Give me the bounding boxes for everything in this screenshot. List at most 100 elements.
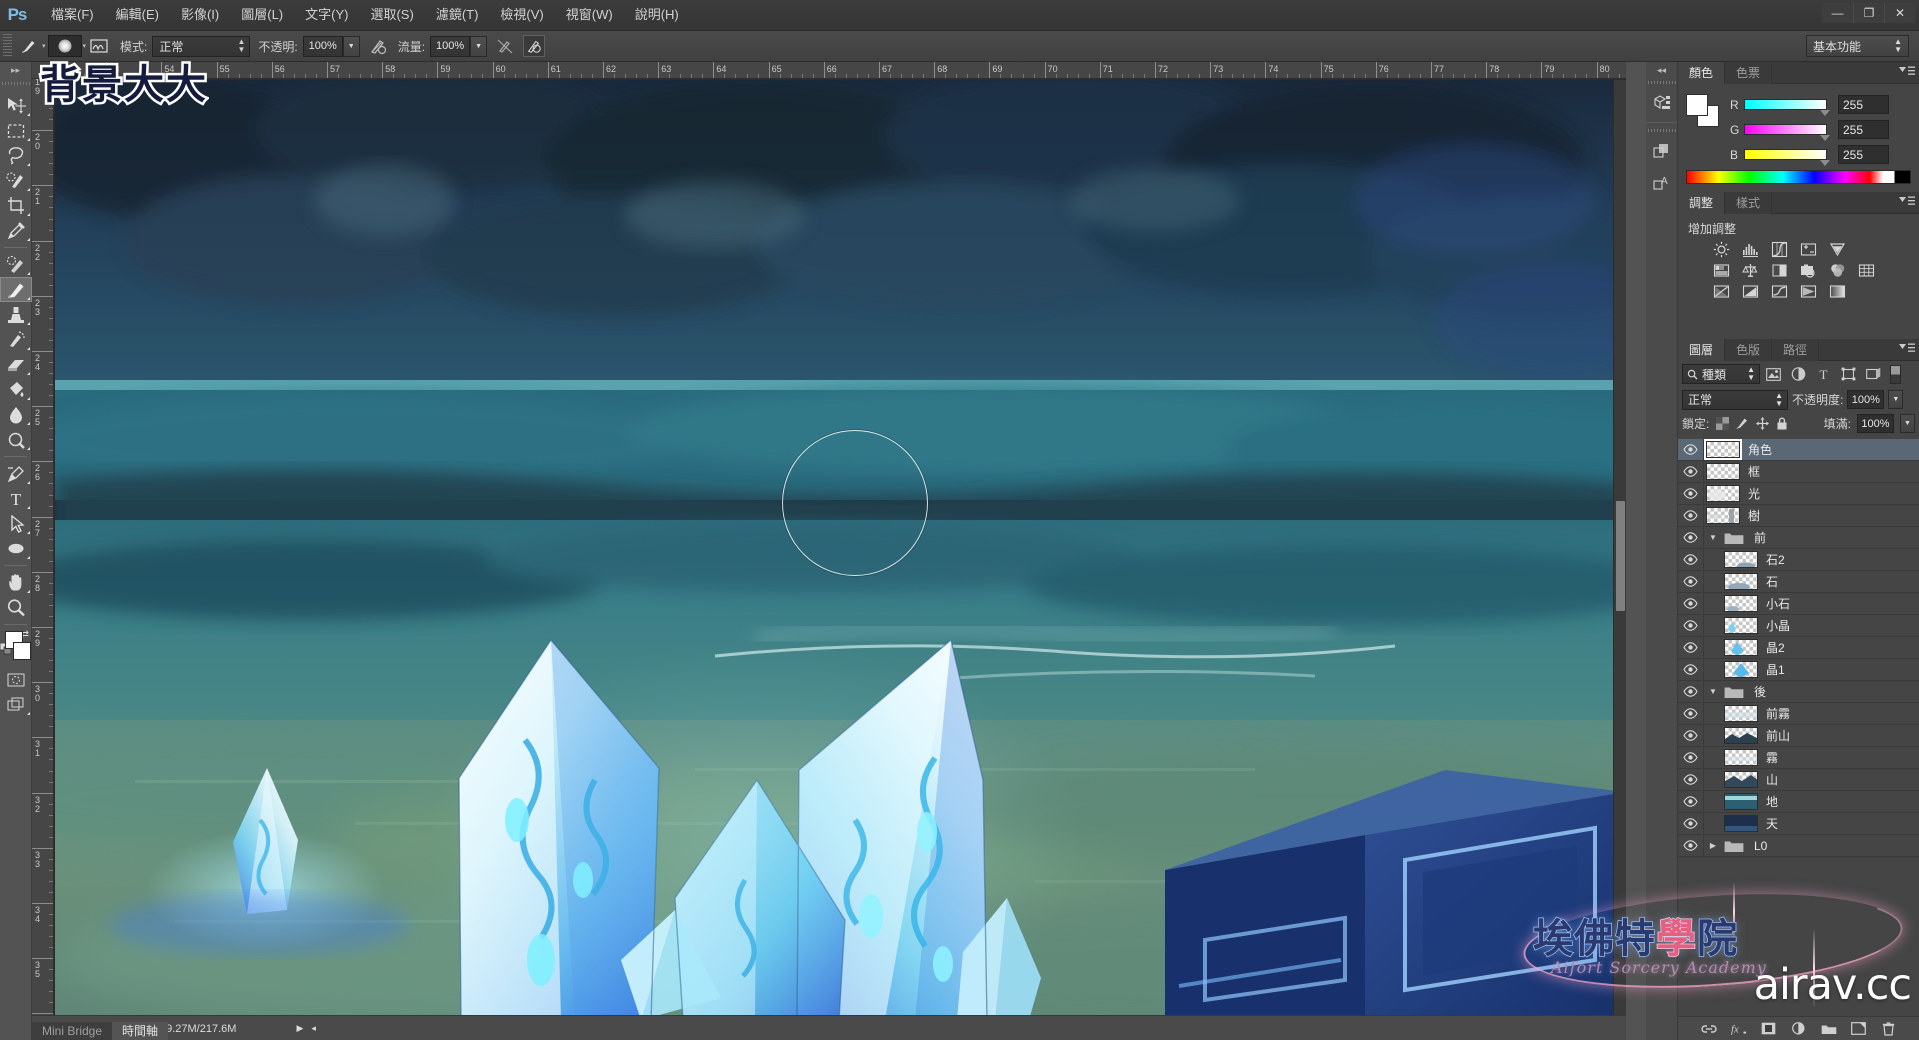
layer-visibility-toggle[interactable]	[1678, 769, 1704, 791]
vertical-ruler[interactable]: 192021222324252627282930313233343536	[32, 79, 54, 1040]
flow-dropdown-icon[interactable]: ▼	[470, 36, 487, 57]
quick-selection-tool[interactable]	[0, 168, 32, 193]
pixel-filter-icon[interactable]	[1762, 364, 1785, 384]
shape-filter-icon[interactable]	[1837, 364, 1860, 384]
layer-visibility-toggle[interactable]	[1678, 505, 1704, 527]
toolbar-grip[interactable]	[0, 79, 31, 88]
posterize-icon[interactable]	[1741, 283, 1760, 300]
layer-visibility-toggle[interactable]	[1678, 659, 1704, 681]
layer-row[interactable]: 樹	[1678, 505, 1919, 527]
smartobject-filter-icon[interactable]	[1862, 364, 1885, 384]
layer-visibility-toggle[interactable]	[1678, 637, 1704, 659]
channel-slider-handle-r[interactable]	[1820, 110, 1830, 116]
invert-icon[interactable]	[1712, 283, 1731, 300]
layer-opacity-dropdown-icon[interactable]: ▼	[1888, 390, 1903, 409]
layer-opacity-input[interactable]: 100%	[1847, 390, 1884, 409]
history-brush-tool[interactable]	[0, 327, 32, 352]
channel-value-g[interactable]: 255	[1838, 120, 1889, 139]
layer-row[interactable]: 框	[1678, 461, 1919, 483]
lock-all-icon[interactable]	[1775, 417, 1789, 431]
workspace-switcher[interactable]: 基本功能 ▲▼	[1806, 35, 1909, 57]
layer-visibility-toggle[interactable]	[1678, 791, 1704, 813]
type-filter-icon[interactable]: T	[1812, 364, 1835, 384]
canvas-vertical-scrollbar[interactable]	[1613, 80, 1626, 1015]
tab-paths[interactable]: 路徑	[1772, 339, 1819, 361]
new-group-icon[interactable]	[1821, 1021, 1837, 1037]
tab-timeline[interactable]: 時間軸	[112, 1022, 168, 1040]
layer-thumbnail[interactable]	[1724, 793, 1758, 810]
layer-row[interactable]: 霧	[1678, 747, 1919, 769]
layer-filter-enable-toggle[interactable]	[1890, 365, 1901, 384]
screen-mode-toggle[interactable]	[0, 692, 32, 717]
channel-value-b[interactable]: 255	[1838, 145, 1889, 164]
menu-view[interactable]: 檢視(V)	[489, 4, 554, 26]
layer-thumbnail[interactable]	[1724, 749, 1758, 766]
tab-color[interactable]: 顏色	[1678, 62, 1725, 84]
menu-filter[interactable]: 濾鏡(T)	[425, 4, 490, 26]
tab-styles[interactable]: 樣式	[1725, 192, 1772, 214]
selective-color-icon[interactable]	[1799, 283, 1818, 300]
eyedropper-tool[interactable]	[0, 218, 32, 243]
channel-slider-r[interactable]	[1744, 99, 1827, 110]
link-layers-icon[interactable]	[1701, 1021, 1717, 1037]
active-tool-icon[interactable]	[15, 34, 41, 58]
layer-thumbnail[interactable]	[1724, 705, 1758, 722]
color-panel-foreground-swatch[interactable]	[1686, 94, 1708, 116]
tab-layers[interactable]: 圖層	[1678, 339, 1725, 361]
lasso-tool[interactable]	[0, 143, 32, 168]
layer-row[interactable]: 小晶	[1678, 615, 1919, 637]
layer-thumbnail[interactable]	[1724, 661, 1758, 678]
photo-filter-icon[interactable]	[1799, 262, 1818, 279]
layer-thumbnail[interactable]	[1706, 485, 1740, 502]
airbrush-toggle-icon[interactable]	[493, 34, 517, 58]
close-button[interactable]: ✕	[1884, 3, 1915, 23]
brightness-contrast-icon[interactable]	[1712, 241, 1731, 258]
layer-list[interactable]: 角色框光樹▼前石2石小石小晶晶2晶1▼後前霧前山霧山地天▶L0	[1678, 439, 1919, 1016]
layers-panel-menu-icon[interactable]	[1899, 343, 1915, 354]
threshold-icon[interactable]	[1770, 283, 1789, 300]
layer-thumbnail[interactable]	[1724, 573, 1758, 590]
layer-row[interactable]: 石	[1678, 571, 1919, 593]
add-mask-icon[interactable]	[1761, 1021, 1777, 1037]
quick-mask-toggle[interactable]	[0, 667, 32, 692]
layer-visibility-toggle[interactable]	[1678, 835, 1704, 857]
layer-thumbnail[interactable]	[1724, 771, 1758, 788]
options-bar-grip[interactable]	[3, 34, 12, 58]
opacity-dropdown-icon[interactable]: ▼	[343, 36, 360, 57]
color-panel-menu-icon[interactable]	[1899, 66, 1915, 77]
spot-healing-brush-tool[interactable]	[0, 252, 32, 277]
horizontal-ruler[interactable]: 5253545556575859606162636465666768697071…	[54, 62, 1626, 79]
layer-row[interactable]: 光	[1678, 483, 1919, 505]
artwork-image[interactable]	[55, 80, 1626, 1020]
layer-row[interactable]: 石2	[1678, 549, 1919, 571]
layer-thumbnail[interactable]	[1706, 463, 1740, 480]
rectangular-select-tool[interactable]	[0, 118, 32, 143]
menu-layer[interactable]: 圖層(L)	[230, 4, 294, 26]
layer-group-row[interactable]: ▶L0	[1678, 835, 1919, 857]
layer-row[interactable]: 角色	[1678, 439, 1919, 461]
layer-row[interactable]: 晶2	[1678, 637, 1919, 659]
layer-filter-kind-select[interactable]: 種類 ▲▼	[1682, 364, 1760, 384]
hue-saturation-icon[interactable]	[1712, 262, 1731, 279]
layer-visibility-toggle[interactable]	[1678, 747, 1704, 769]
dodge-tool[interactable]	[0, 427, 32, 452]
layer-thumbnail[interactable]	[1724, 595, 1758, 612]
move-tool[interactable]	[0, 93, 32, 118]
layer-visibility-toggle[interactable]	[1678, 571, 1704, 593]
layer-visibility-toggle[interactable]	[1678, 549, 1704, 571]
black-white-icon[interactable]	[1770, 262, 1789, 279]
channel-slider-handle-b[interactable]	[1820, 160, 1830, 166]
3d-panel-icon[interactable]	[1646, 87, 1678, 119]
gradient-map-icon[interactable]	[1828, 283, 1847, 300]
lock-image-icon[interactable]	[1735, 417, 1749, 431]
group-expand-toggle[interactable]: ▼	[1704, 533, 1722, 542]
layer-row[interactable]: 晶1	[1678, 659, 1919, 681]
canvas-vertical-scroll-thumb[interactable]	[1616, 501, 1625, 611]
layer-visibility-toggle[interactable]	[1678, 615, 1704, 637]
status-expand-icon[interactable]: ▶	[296, 1023, 303, 1034]
character-panel-icon[interactable]: A	[1646, 167, 1678, 199]
layer-visibility-toggle[interactable]	[1678, 813, 1704, 835]
layer-group-row[interactable]: ▼後	[1678, 681, 1919, 703]
layer-visibility-toggle[interactable]	[1678, 593, 1704, 615]
layer-row[interactable]: 前霧	[1678, 703, 1919, 725]
